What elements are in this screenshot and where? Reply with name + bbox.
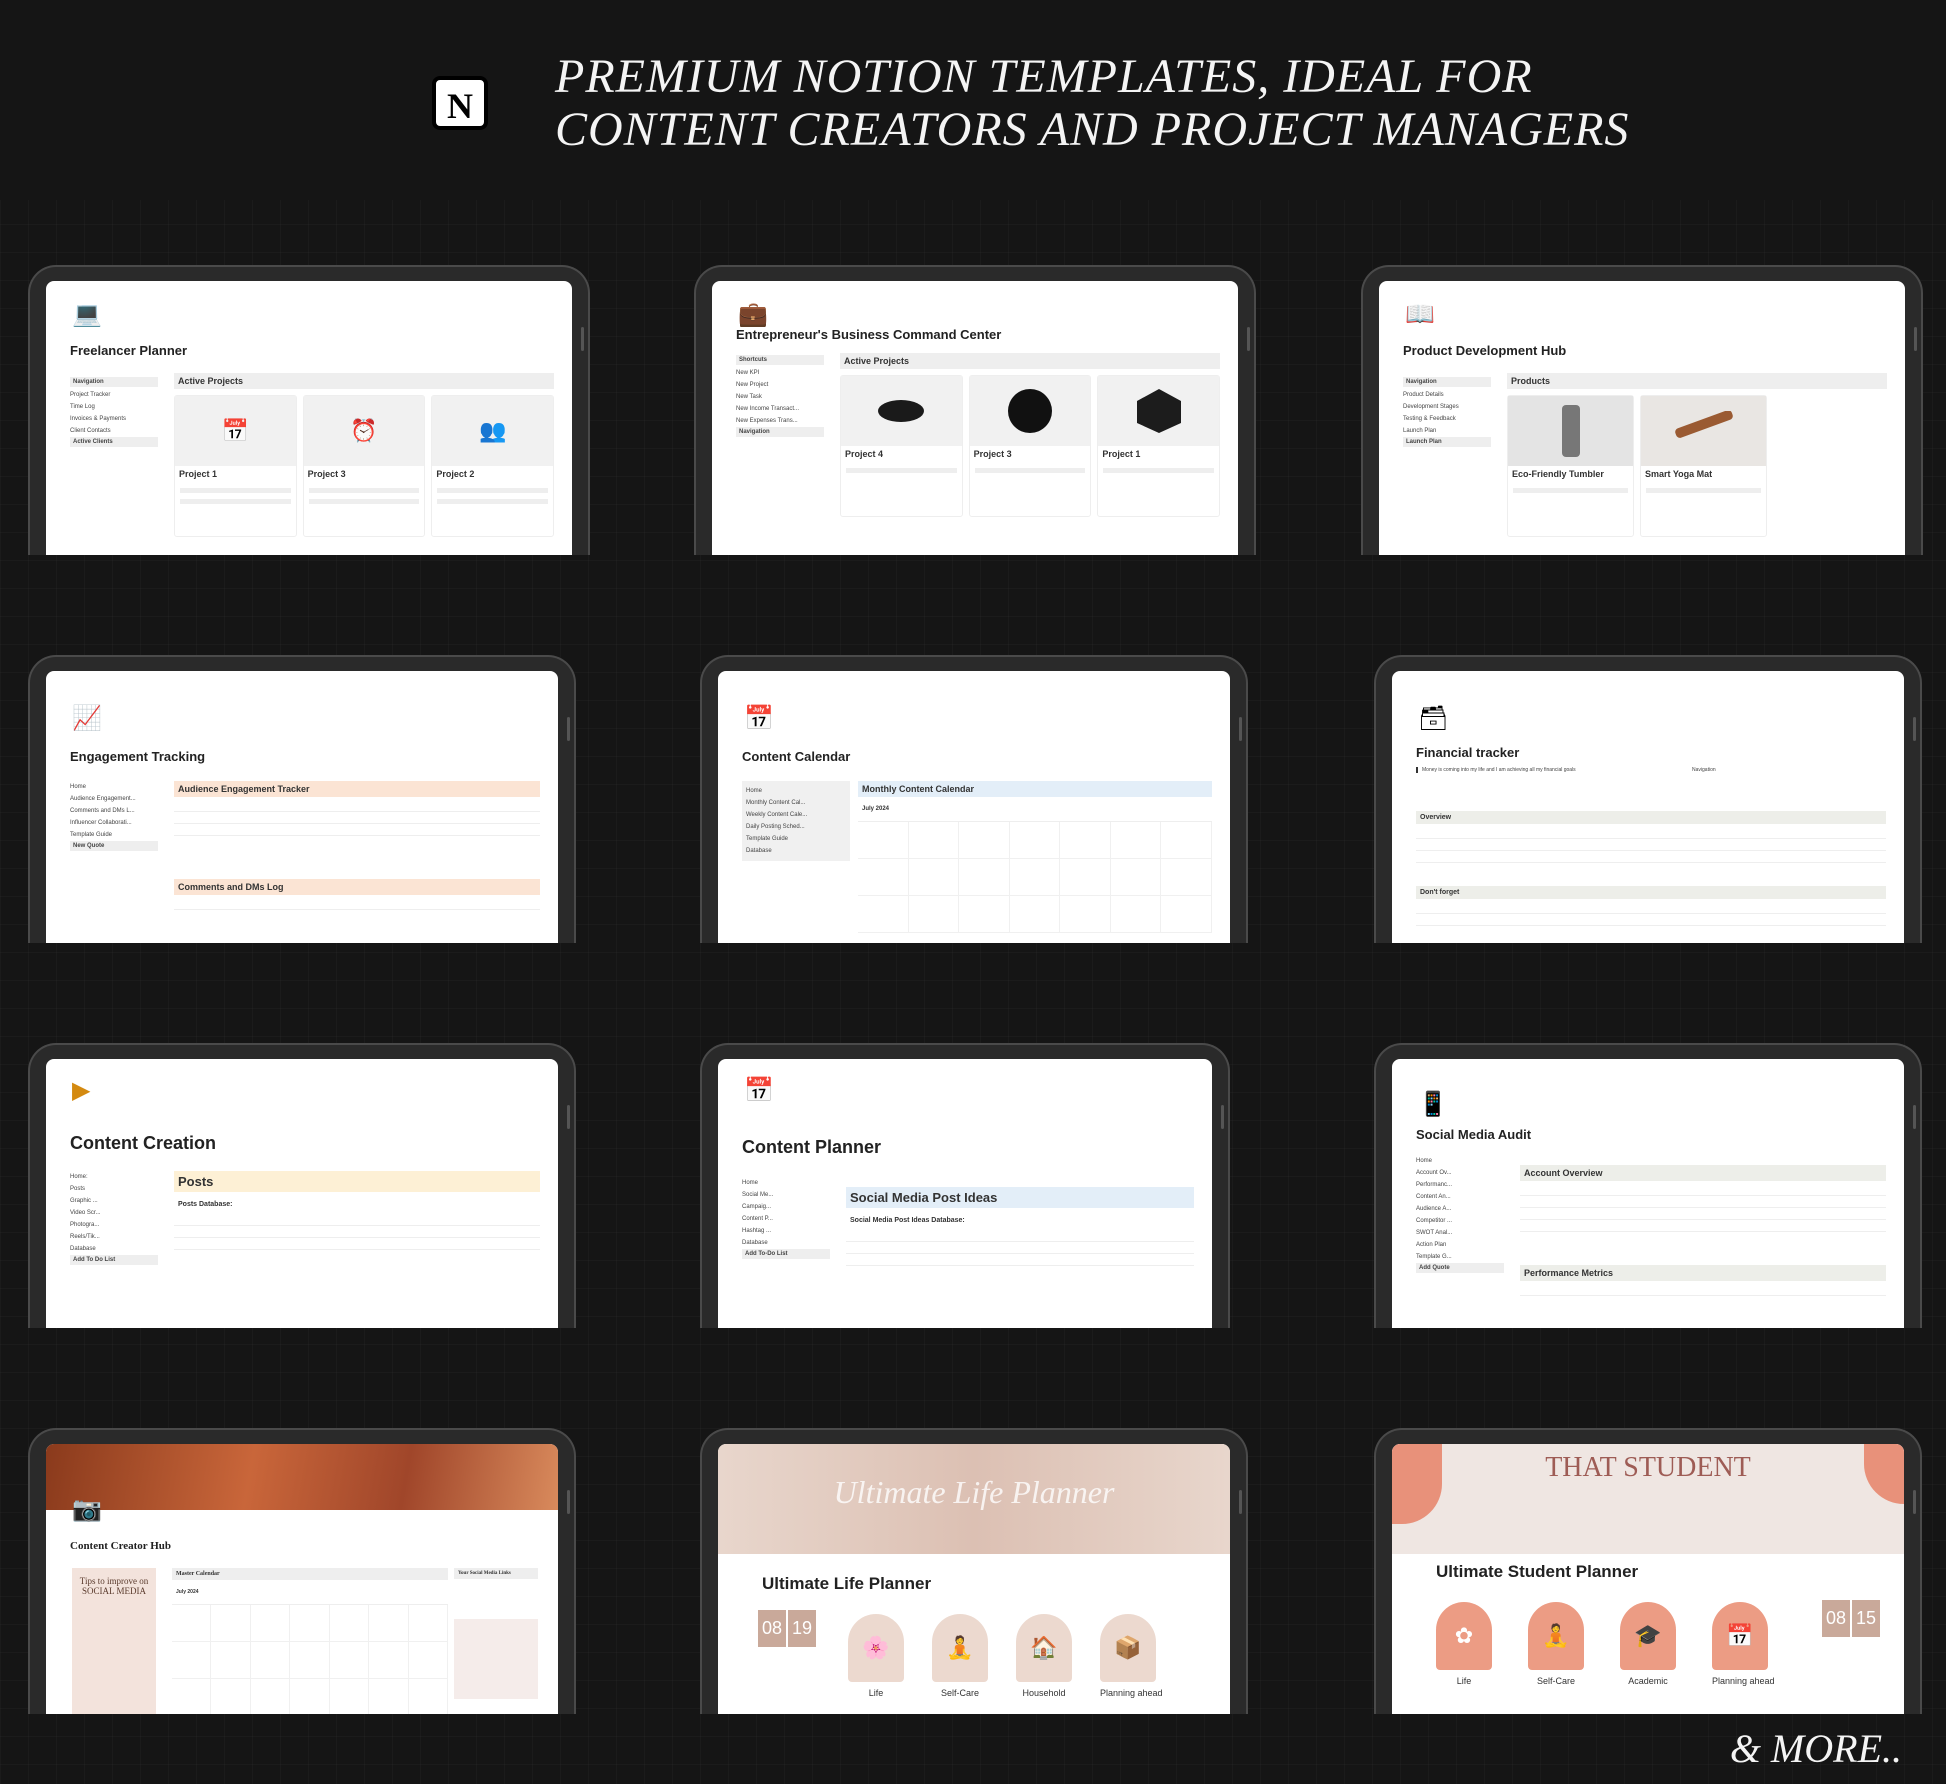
template-entrepreneur-command-center[interactable]: 💼 Entrepreneur's Business Command Center…	[694, 265, 1256, 555]
template-title: Content Creator Hub	[70, 1540, 172, 1552]
template-content-creation[interactable]: ▶ Content Creation Home: Posts Graphic .…	[28, 1043, 576, 1328]
graduation-cap-icon[interactable]: 🎓	[1620, 1602, 1676, 1670]
sidebar-item[interactable]: Client Contacts	[70, 425, 158, 437]
sidebar: Home Social Me... Campaig... Content P..…	[742, 1177, 830, 1261]
template-title: Content Calendar	[742, 749, 851, 764]
template-product-development-hub[interactable]: 📖 Product Development Hub Navigation Pro…	[1361, 265, 1923, 555]
banner-title: Ultimate Life Planner	[833, 1474, 1115, 1510]
template-title: Product Development Hub	[1403, 343, 1567, 358]
project-card[interactable]: ⏰ Project 3	[302, 395, 426, 537]
headline-line-2: CONTENT CREATORS AND PROJECT MANAGERS	[555, 103, 1630, 156]
sidebar: Navigation Project Tracker Time Log Invo…	[70, 377, 158, 449]
svg-text:N: N	[447, 86, 473, 126]
template-title: Entrepreneur's Business Command Center	[736, 327, 1002, 342]
header: N PREMIUM NOTION TEMPLATES, IDEAL FOR CO…	[0, 0, 1946, 200]
sidebar-item[interactable]: Project Tracker	[70, 389, 158, 401]
date-widget: 08 15	[1821, 1600, 1880, 1637]
template-ultimate-life-planner[interactable]: Ultimate Life Planner Ultimate Life Plan…	[700, 1428, 1248, 1714]
house-icon[interactable]: 🏠	[1016, 1614, 1072, 1682]
template-content-creator-hub[interactable]: 📷 Content Creator Hub Tips to improve on…	[28, 1428, 576, 1714]
meditation-icon[interactable]: 🧘	[1528, 1602, 1584, 1670]
template-ultimate-student-planner[interactable]: THAT STUDENT Ultimate Student Planner ✿ L…	[1374, 1428, 1922, 1714]
template-financial-tracker[interactable]: 🗃 Financial tracker Money is coming into…	[1374, 655, 1922, 943]
main-panel: Monthly Content Calendar July 2024	[858, 781, 1212, 943]
flower-icon[interactable]: 🌸	[848, 1614, 904, 1682]
section-header: Active Projects	[174, 373, 554, 389]
laptop-icon: 💻	[72, 301, 102, 328]
template-freelancer-planner[interactable]: 💻 Freelancer Planner Navigation Project …	[28, 265, 590, 555]
book-icon: 📖	[1405, 301, 1435, 328]
boxes-icon[interactable]: 📦	[1100, 1614, 1156, 1682]
shortcut-item[interactable]: New Expenses Trans...	[736, 415, 824, 427]
tips-panel: Tips to improve on SOCIAL MEDIA	[72, 1568, 156, 1714]
sidebar-heading: Navigation	[70, 377, 158, 387]
main-panel: Products Eco-Friendly Tumbler Smart Yoga…	[1507, 373, 1887, 555]
calendar-grid	[172, 1604, 448, 1714]
project-card[interactable]: 📅 Project 1	[174, 395, 297, 537]
sidebar: Shortcuts New KPI New Project New Task N…	[736, 355, 824, 439]
project-card[interactable]: 👥 Project 2	[431, 395, 555, 537]
shortcut-item[interactable]: New KPI	[736, 367, 824, 379]
project-card[interactable]: Project 4	[840, 375, 963, 517]
calendar-icon: 📅	[175, 396, 296, 466]
cash-register-icon: 🗃	[1418, 705, 1449, 732]
template-title: Content Planner	[742, 1137, 882, 1157]
phone-icon: 📱	[1418, 1091, 1448, 1118]
main-panel: Active Projects 📅 Project 1 ⏰ Project 3 👥 P…	[174, 373, 555, 555]
shortcut-item[interactable]: New Task	[736, 391, 824, 403]
calendar-icon: 📅	[744, 705, 774, 732]
camera-icon: 📷	[72, 1496, 102, 1523]
shortcut-item[interactable]: New Project	[736, 379, 824, 391]
template-title: Freelancer Planner	[70, 343, 188, 358]
main-panel: Posts Posts Database:	[174, 1171, 540, 1328]
template-title: Ultimate Student Planner	[1436, 1562, 1639, 1581]
project-card[interactable]: Project 1	[1097, 375, 1221, 517]
sidebar: Home: Posts Graphic ... Video Scr... Pho…	[70, 1171, 158, 1267]
calendar-grid	[858, 821, 1212, 933]
clock-icon: ⏰	[303, 396, 425, 466]
headline: PREMIUM NOTION TEMPLATES, IDEAL FOR CONT…	[555, 50, 1629, 156]
sidebar: Home Audience Engagement... Comments and…	[70, 781, 158, 853]
headline-line-1: PREMIUM NOTION TEMPLATES, IDEAL FOR	[555, 50, 1533, 103]
main-panel: Overview Don't forget	[1416, 811, 1886, 943]
calendar-icon[interactable]: 📅	[1712, 1602, 1768, 1670]
sidebar-item[interactable]: Invoices & Payments	[70, 413, 158, 425]
template-engagement-tracking[interactable]: 📈 Engagement Tracking Home Audience Enga…	[28, 655, 576, 943]
product-card[interactable]: Smart Yoga Mat	[1640, 395, 1767, 537]
banner-title: THAT STUDENT	[1545, 1452, 1751, 1483]
sidebar: Navigation Product Details Development S…	[1403, 377, 1491, 449]
template-title: Financial tracker	[1416, 745, 1520, 760]
people-icon: 👥	[432, 396, 554, 466]
video-icon: ▶	[72, 1077, 91, 1104]
template-social-media-audit[interactable]: 📱 Social Media Audit Home Account Ov... …	[1374, 1043, 1922, 1328]
template-title: Social Media Audit	[1416, 1127, 1532, 1142]
shortcut-item[interactable]: New Income Transact...	[736, 403, 824, 415]
main-panel: Audience Engagement Tracker Comments and…	[174, 781, 540, 943]
main-panel: Master Calendar July 2024	[172, 1568, 448, 1714]
more-label: & MORE..	[1729, 1726, 1902, 1771]
chart-icon: 📈	[72, 705, 102, 732]
product-card[interactable]: Eco-Friendly Tumbler	[1507, 395, 1634, 537]
template-title: Content Creation	[70, 1133, 216, 1153]
template-content-calendar[interactable]: 📅 Content Calendar Home Monthly Content …	[700, 655, 1248, 943]
briefcase-icon: 💼	[738, 301, 768, 328]
main-panel: Active Projects Project 4 Project 3 Proj…	[840, 353, 1221, 555]
meditation-icon[interactable]: 🧘	[932, 1614, 988, 1682]
date-widget: 08 19	[758, 1610, 817, 1647]
main-panel: Social Media Post Ideas Social Media Pos…	[846, 1187, 1194, 1328]
template-title: Ultimate Life Planner	[762, 1574, 932, 1593]
sidebar-heading: Active Clients	[70, 437, 158, 447]
main-panel: Account Overview Performance Metrics	[1520, 1165, 1886, 1328]
calendar-icon: 📅	[744, 1077, 774, 1104]
template-title: Engagement Tracking	[70, 749, 206, 764]
sidebar-item[interactable]: Time Log	[70, 401, 158, 413]
affirmation-quote: Money is coming into my life and I am ac…	[1416, 767, 1632, 773]
sidebar: Home Monthly Content Cal... Weekly Conte…	[742, 781, 850, 861]
sidebar: Home Account Ov... Performanc... Content…	[1416, 1155, 1504, 1275]
template-content-planner[interactable]: 📅 Content Planner Home Social Me... Camp…	[700, 1043, 1230, 1328]
flower-icon[interactable]: ✿	[1436, 1602, 1492, 1670]
project-card[interactable]: Project 3	[968, 375, 1092, 517]
notion-logo-icon: N	[432, 76, 488, 130]
